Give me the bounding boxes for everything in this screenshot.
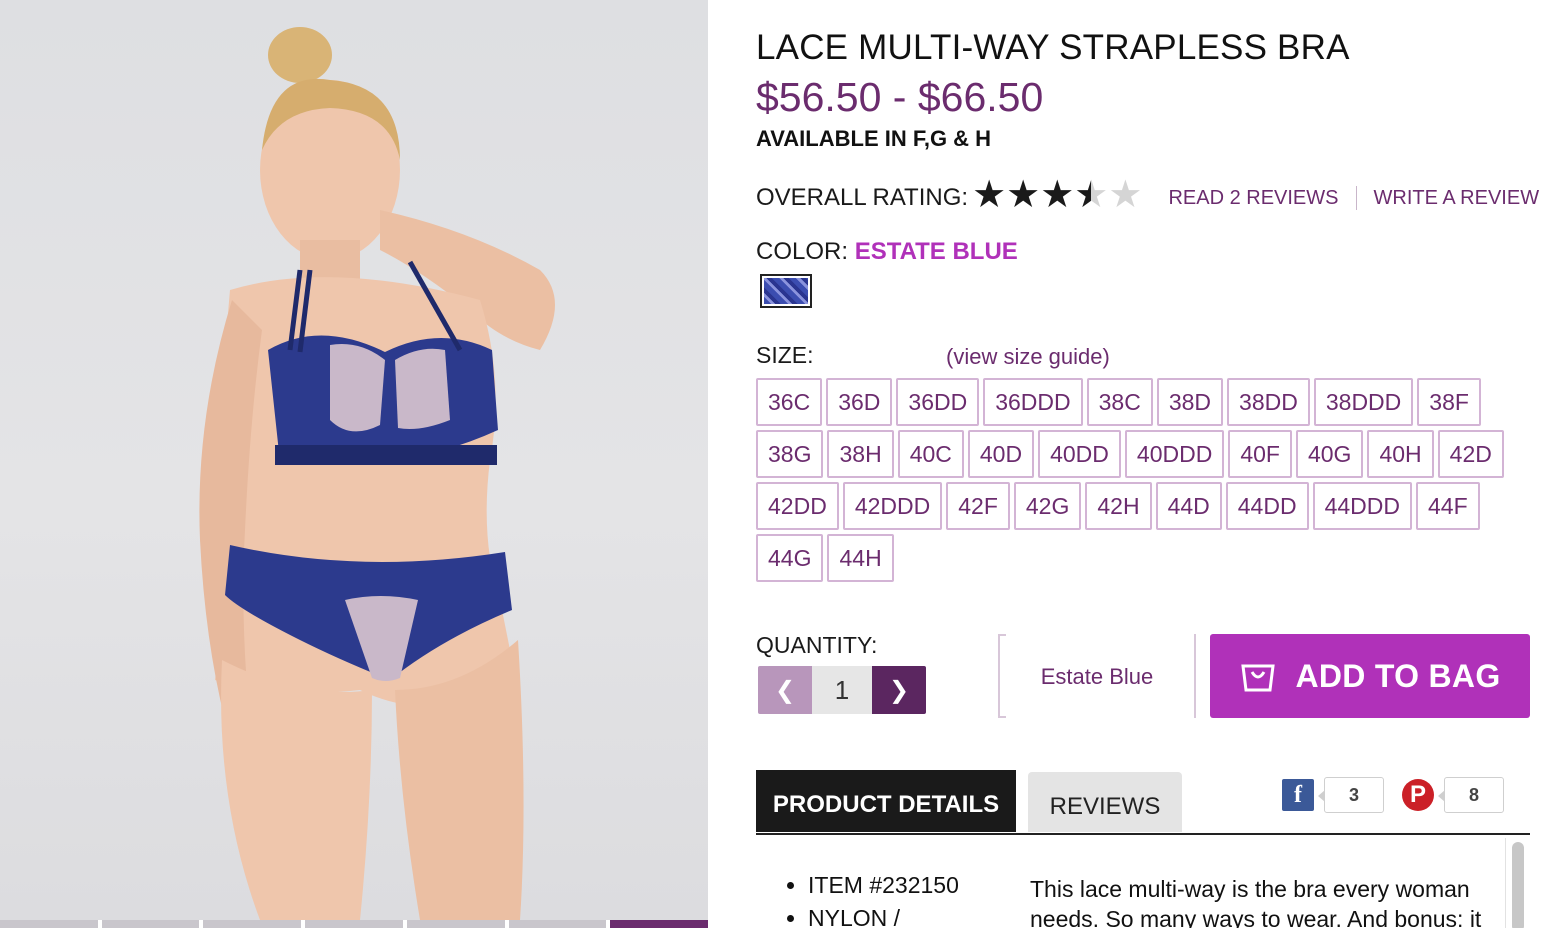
- tab-product-details[interactable]: PRODUCT DETAILS: [756, 770, 1016, 832]
- size-option-38d[interactable]: 38D: [1156, 378, 1224, 426]
- tab-reviews[interactable]: REVIEWS: [1028, 772, 1182, 832]
- facebook-count: 3: [1318, 777, 1384, 813]
- size-option-36ddd[interactable]: 36DDD: [983, 378, 1083, 426]
- rating-label: OVERALL RATING:: [756, 184, 969, 211]
- pinterest-icon: P: [1402, 779, 1434, 811]
- size-option-40f[interactable]: 40F: [1228, 430, 1292, 478]
- pinterest-share[interactable]: P 8: [1402, 776, 1504, 814]
- product-title: LACE MULTI-WAY STRAPLESS BRA: [756, 28, 1350, 67]
- selected-color-box: Estate Blue: [998, 634, 1196, 718]
- size-option-42f[interactable]: 42F: [946, 482, 1010, 530]
- model-illustration: [199, 27, 555, 920]
- size-option-42d[interactable]: 42D: [1437, 430, 1504, 478]
- size-option-38h[interactable]: 38H: [827, 430, 894, 478]
- product-image[interactable]: [0, 0, 708, 920]
- availability-note: AVAILABLE IN F,G & H: [756, 126, 992, 151]
- size-options: 36C 36D 36DD 36DDD 38C 38D 38DD 38DDD 38F 38G 38H 4…: [756, 378, 1536, 582]
- size-option-42ddd[interactable]: 42DDD: [842, 482, 943, 530]
- thumbnail[interactable]: [203, 920, 302, 928]
- thumbnail-active[interactable]: [610, 920, 709, 928]
- color-swatch-estate-blue[interactable]: [760, 274, 812, 308]
- rating-row: OVERALL RATING: ★ ★ ★ ★ ★ READ 2 REVIEWS…: [756, 176, 1539, 220]
- size-option-44g[interactable]: 44G: [756, 534, 824, 582]
- selected-color-text: Estate Blue: [1040, 664, 1154, 689]
- color-value: ESTATE BLUE: [854, 238, 1018, 265]
- chevron-right-icon: ❯: [888, 676, 910, 704]
- star-half-icon: ★: [1074, 174, 1109, 216]
- thumbnail-strip: [0, 920, 709, 928]
- size-option-44h[interactable]: 44H: [827, 534, 894, 582]
- product-price: $56.50 - $66.50: [756, 74, 1044, 120]
- size-option-40ddd[interactable]: 40DDD: [1124, 430, 1225, 478]
- write-review-link[interactable]: WRITE A REVIEW: [1374, 187, 1540, 210]
- size-option-44d[interactable]: 44D: [1155, 482, 1222, 530]
- quantity-value[interactable]: 1: [812, 666, 872, 714]
- thumbnail[interactable]: [406, 920, 505, 928]
- size-option-38f[interactable]: 38F: [1417, 378, 1481, 426]
- swatch-pattern: [764, 278, 808, 304]
- pinterest-count: 8: [1438, 777, 1504, 813]
- thumbnail[interactable]: [305, 920, 403, 928]
- facebook-share[interactable]: f 3: [1282, 776, 1384, 814]
- product-details-panel: ITEM #232150 NYLON / This lace multi-way…: [756, 836, 1532, 928]
- read-reviews-link[interactable]: READ 2 REVIEWS: [1168, 187, 1338, 210]
- size-label: SIZE:: [756, 342, 814, 368]
- star-full-icon: ★: [1006, 174, 1041, 216]
- add-to-bag-button[interactable]: ADD TO BAG: [1210, 634, 1530, 718]
- size-option-40dd[interactable]: 40DD: [1038, 430, 1121, 478]
- chevron-left-icon: ❮: [774, 676, 796, 704]
- material: NYLON /: [808, 905, 959, 928]
- shopping-bag-icon: [1241, 664, 1276, 692]
- size-option-40g[interactable]: 40G: [1295, 430, 1364, 478]
- star-rating: ★ ★ ★ ★ ★: [972, 176, 1142, 214]
- item-number: ITEM #232150: [808, 872, 959, 899]
- size-option-44dd[interactable]: 44DD: [1225, 482, 1309, 530]
- size-option-36d[interactable]: 36D: [826, 378, 893, 426]
- size-option-40h[interactable]: 40H: [1367, 430, 1434, 478]
- thumbnail[interactable]: [0, 920, 98, 928]
- size-guide-link[interactable]: (view size guide): [946, 344, 1110, 370]
- size-option-36dd[interactable]: 36DD: [896, 378, 980, 426]
- thumbnail[interactable]: [101, 920, 200, 928]
- quantity-label: QUANTITY:: [756, 632, 878, 658]
- star-full-icon: ★: [1040, 174, 1075, 216]
- size-option-38g[interactable]: 38G: [756, 430, 824, 478]
- quantity-stepper: ❮ 1 ❯: [758, 666, 926, 714]
- details-list: ITEM #232150 NYLON /: [778, 872, 959, 928]
- size-option-42dd[interactable]: 42DD: [756, 482, 839, 530]
- details-scrollbar[interactable]: [1505, 838, 1528, 928]
- add-to-bag-label: ADD TO BAG: [1295, 657, 1501, 694]
- size-option-42h[interactable]: 42H: [1085, 482, 1152, 530]
- size-option-38dd[interactable]: 38DD: [1227, 378, 1310, 426]
- size-option-40d[interactable]: 40D: [967, 430, 1035, 478]
- divider: [1355, 186, 1357, 210]
- scrollbar-thumb[interactable]: [1512, 842, 1524, 928]
- star-empty-icon: ★: [1108, 174, 1143, 216]
- quantity-increase-button[interactable]: ❯: [872, 666, 926, 714]
- size-option-42g[interactable]: 42G: [1013, 482, 1082, 530]
- thumbnail[interactable]: [508, 920, 607, 928]
- product-description: This lace multi-way is the bra every wom…: [1030, 876, 1482, 928]
- color-label: COLOR:: [756, 238, 849, 265]
- quantity-decrease-button[interactable]: ❮: [758, 666, 812, 714]
- size-option-38c[interactable]: 38C: [1086, 378, 1153, 426]
- size-option-36c[interactable]: 36C: [756, 378, 823, 426]
- size-option-40c[interactable]: 40C: [897, 430, 964, 478]
- size-option-44ddd[interactable]: 44DDD: [1312, 482, 1412, 530]
- size-option-38ddd[interactable]: 38DDD: [1313, 378, 1414, 426]
- size-option-44f[interactable]: 44F: [1416, 482, 1480, 530]
- star-full-icon: ★: [972, 174, 1007, 216]
- color-row: COLOR: ESTATE BLUE: [756, 238, 1018, 266]
- facebook-icon: f: [1282, 779, 1314, 811]
